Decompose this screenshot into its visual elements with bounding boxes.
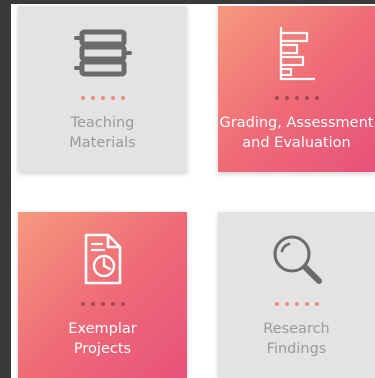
report-clock-document-icon (18, 228, 187, 290)
dot-divider (218, 302, 375, 306)
tile-label: Exemplar Projects (18, 319, 187, 359)
books-stack-icon (18, 22, 187, 84)
dot-divider (18, 96, 187, 100)
frame-top-edge (0, 0, 375, 4)
tile-label-line2: Projects (73, 341, 132, 357)
frame-left-edge (0, 0, 11, 378)
tile-label: Grading, Assessment and Evaluation (218, 113, 375, 153)
tile-label-line1: Research (263, 321, 330, 337)
tile-exemplar-projects[interactable]: Exemplar Projects (18, 212, 187, 378)
tile-label-line2: Materials (69, 135, 136, 151)
dot-divider (218, 96, 375, 100)
tile-label-line2: Findings (266, 341, 327, 357)
tile-grading-assessment-evaluation[interactable]: Grading, Assessment and Evaluation (218, 6, 375, 172)
tile-label-line1: Teaching (70, 115, 135, 131)
tile-teaching-materials[interactable]: Teaching Materials (18, 6, 187, 172)
tile-label-line2: and Evaluation (242, 135, 351, 151)
dot-divider (18, 302, 187, 306)
bar-chart-document-icon (218, 22, 375, 84)
tile-label-line1: Exemplar (68, 321, 137, 337)
magnifying-glass-icon (218, 228, 375, 290)
tile-label: Research Findings (218, 319, 375, 359)
tile-label-line1: Grading, Assessment (219, 115, 374, 131)
tile-label: Teaching Materials (18, 113, 187, 153)
tile-research-findings[interactable]: Research Findings (218, 212, 375, 378)
